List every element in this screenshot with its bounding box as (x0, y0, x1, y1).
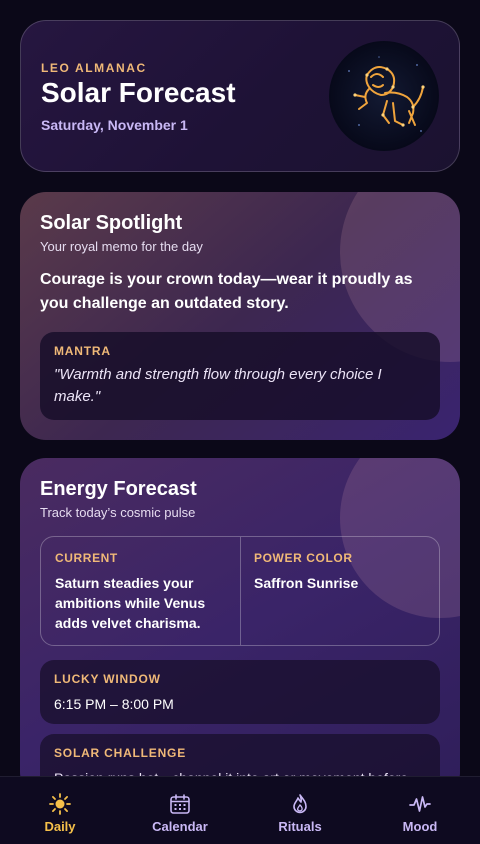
bottom-nav: Daily Calendar Rituals Mood (0, 776, 480, 844)
solar-challenge-text: Passion runs hot—channel it into art or … (54, 768, 424, 776)
lucky-window-box: LUCKY WINDOW 6:15 PM – 8:00 PM (40, 660, 440, 724)
calendar-icon (170, 794, 190, 814)
page-title: Solar Forecast (41, 77, 236, 108)
header-card: LEO ALMANAC Solar Forecast Saturday, Nov… (20, 20, 460, 172)
current-value: Saturn steadies your ambitions while Ven… (55, 575, 206, 631)
mantra-box: MANTRA "Warmth and strength flow through… (40, 332, 440, 420)
spotlight-message: Courage is your crown today—wear it prou… (40, 271, 413, 312)
power-color-label: POWER COLOR (254, 551, 353, 565)
nav-item-mood[interactable]: Mood (360, 777, 480, 844)
grid-divider (240, 537, 241, 645)
nav-label-rituals: Rituals (278, 819, 322, 834)
energy-title: Energy Forecast (40, 478, 197, 500)
nav-item-rituals[interactable]: Rituals (240, 777, 360, 844)
main-scroll[interactable]: LEO ALMANAC Solar Forecast Saturday, Nov… (0, 0, 480, 776)
solar-challenge-box: SOLAR CHALLENGE Passion runs hot—channel… (40, 734, 440, 776)
energy-forecast-card: Energy Forecast Track today’s cosmic pul… (20, 458, 460, 776)
spotlight-subtitle: Your royal memo for the day (40, 239, 203, 254)
current-label: CURRENT (55, 551, 118, 565)
lucky-window-value: 6:15 PM – 8:00 PM (54, 696, 174, 712)
nav-item-daily[interactable]: Daily (0, 777, 120, 844)
solar-challenge-label: SOLAR CHALLENGE (54, 746, 186, 760)
energy-grid: CURRENT Saturn steadies your ambitions w… (40, 536, 440, 646)
app-eyebrow: LEO ALMANAC (41, 61, 147, 75)
pulse-icon (409, 796, 431, 812)
nav-label-mood: Mood (402, 819, 438, 834)
power-color-value: Saffron Sunrise (254, 575, 359, 591)
solar-spotlight-card: Solar Spotlight Your royal memo for the … (20, 192, 460, 440)
nav-label-daily: Daily (44, 819, 76, 834)
leo-lion-constellation-icon (348, 56, 425, 132)
energy-subtitle: Track today’s cosmic pulse (40, 505, 196, 520)
flame-icon (293, 794, 307, 814)
spotlight-title: Solar Spotlight (40, 212, 183, 234)
mantra-text: "Warmth and strength flow through every … (54, 366, 382, 405)
nav-label-calendar: Calendar (152, 819, 208, 834)
mantra-label: MANTRA (54, 344, 111, 358)
lucky-window-label: LUCKY WINDOW (54, 672, 161, 686)
sun-icon (49, 793, 71, 815)
leo-emblem (329, 41, 439, 151)
date-label: Saturday, November 1 (41, 117, 188, 133)
nav-item-calendar[interactable]: Calendar (120, 777, 240, 844)
